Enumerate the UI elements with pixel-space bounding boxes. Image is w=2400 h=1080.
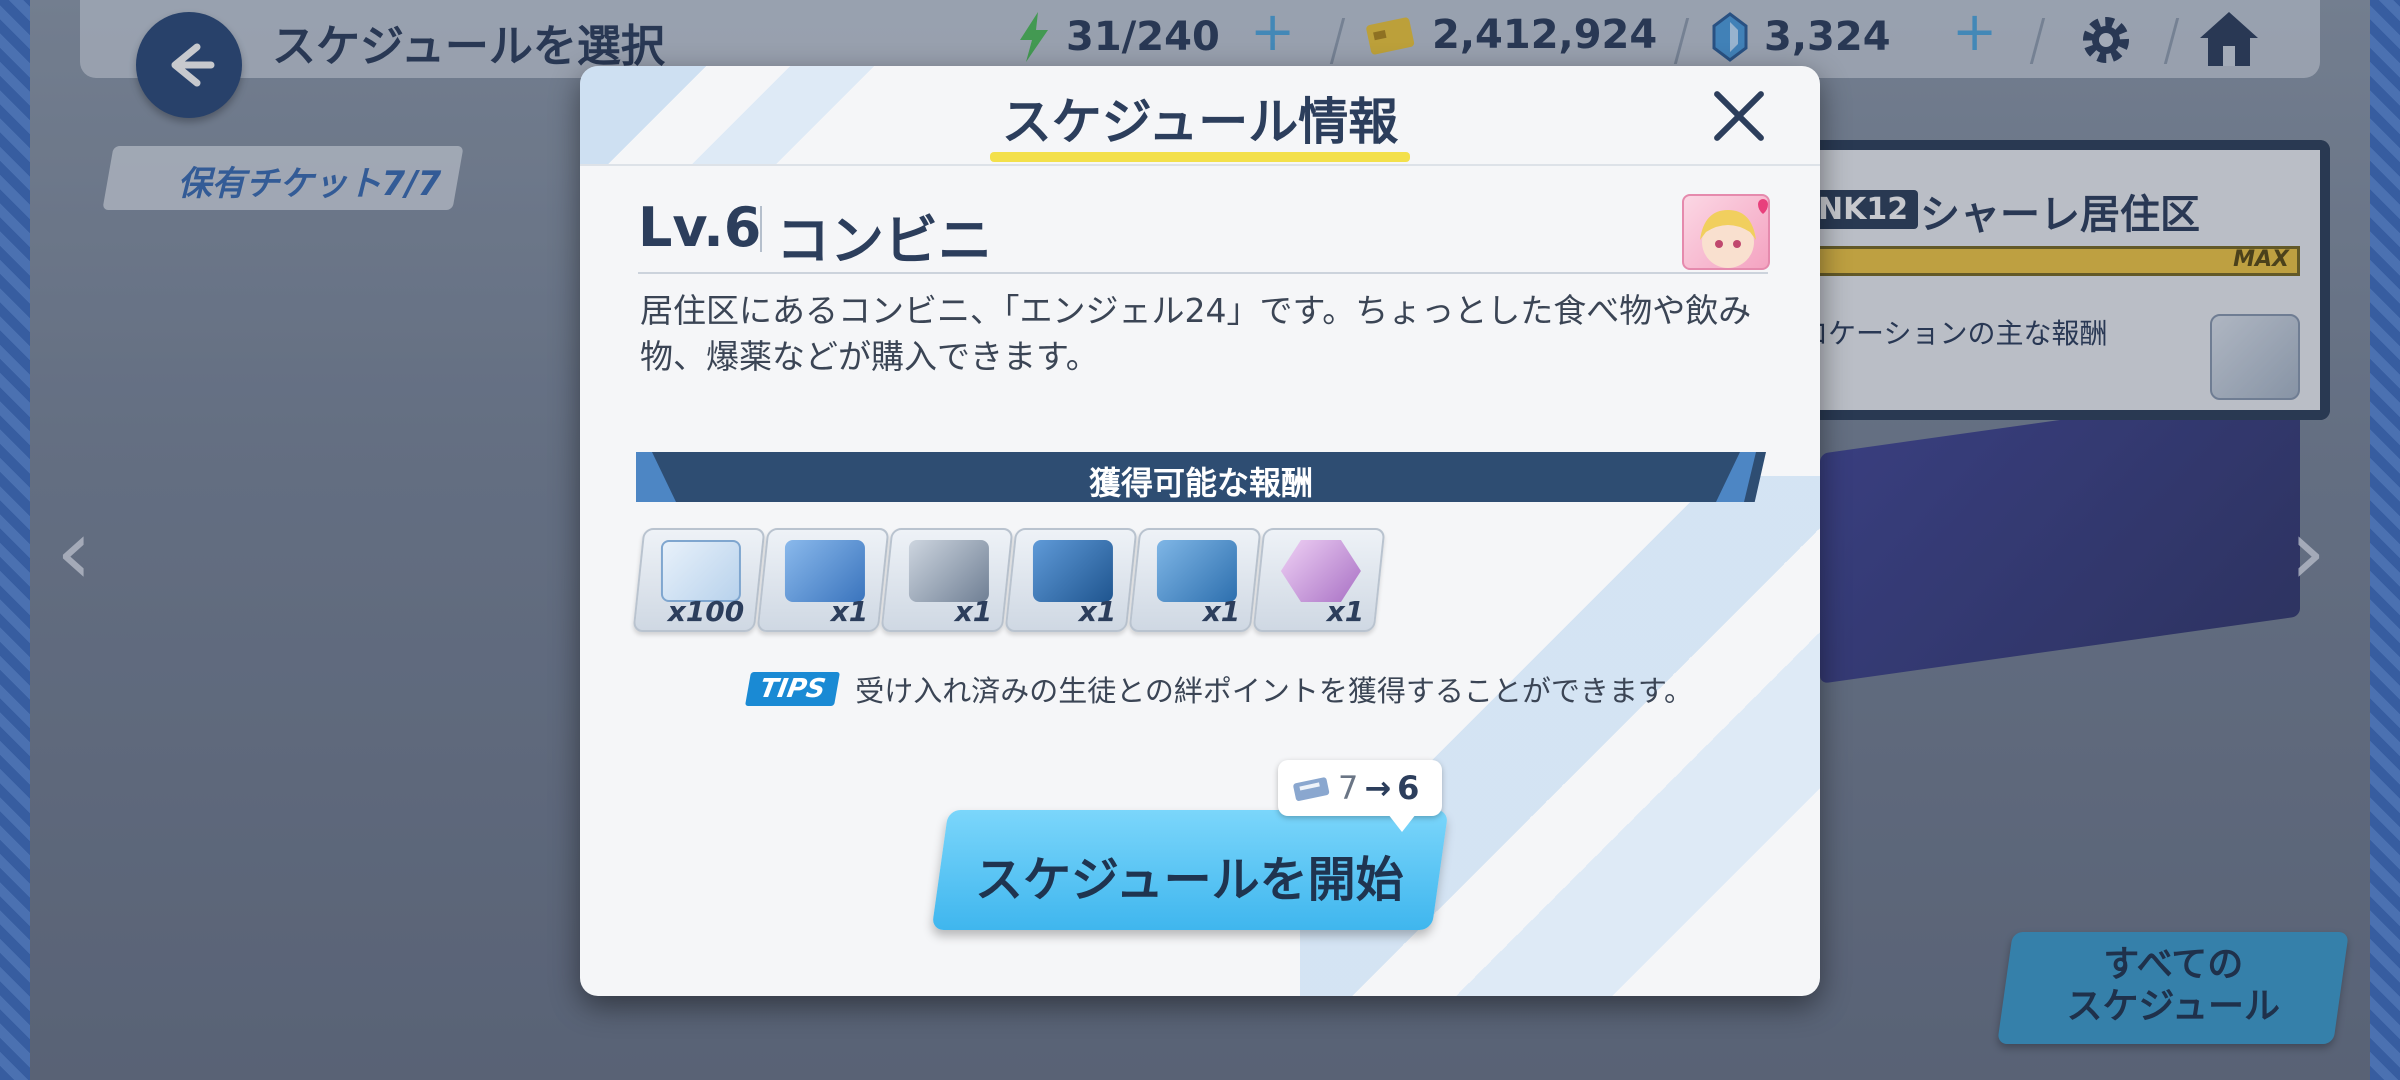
reward-item[interactable]: x1 [756,528,890,632]
tips-row: TIPS 受け入れ済みの生徒との絆ポイントを獲得することができます。 [745,668,1694,710]
ticket-icon [1293,777,1330,801]
start-schedule-button[interactable]: スケジュールを開始 [931,810,1449,930]
reward-count: x1 [1079,595,1117,628]
ticket-cost-bubble: 7 → 6 [1278,760,1442,832]
reward-count: x1 [1327,595,1365,628]
divider [638,272,1768,274]
rewards-header: 獲得可能な報酬 [636,452,1766,502]
divider [760,206,762,252]
character-portrait-icon [1682,194,1770,270]
tips-badge: TIPS [745,672,841,706]
close-button[interactable] [1710,86,1770,146]
student-portrait-icon [1281,540,1361,602]
reward-count: x100 [668,595,745,628]
start-schedule-label: スケジュールを開始 [974,852,1404,908]
reward-count: x1 [831,595,869,628]
rewards-header-label: 獲得可能な報酬 [1088,464,1313,502]
reward-item[interactable]: x1 [1252,528,1386,632]
ticket-cost-arrow: → [1364,769,1392,807]
ex-gift-box-icon [1032,540,1113,602]
reward-item[interactable]: x100 [632,528,766,632]
gift-box-stack-icon [1156,540,1237,602]
tips-text: 受け入れ済みの生徒との絆ポイントを獲得することができます。 [855,674,1694,708]
reward-count: x1 [955,595,993,628]
exp-report-icon [660,540,741,602]
location-name: コンビニ [776,209,992,272]
reward-item[interactable]: x1 [1004,528,1138,632]
title-underline [990,152,1410,162]
reward-count: x1 [1203,595,1241,628]
modal-header: スケジュール情報 [580,66,1820,166]
reward-item[interactable]: x1 [1128,528,1262,632]
location-description: 居住区にあるコンビニ、「エンジェル24」です。ちょっとした食べ物や飲み物、爆薬な… [640,291,1752,376]
ticket-cost-after: 6 [1397,769,1420,807]
reward-list: x100 x1 x1 x1 x1 x1 [632,528,1386,632]
reward-item[interactable]: x1 [880,528,1014,632]
schedule-info-modal: スケジュール情報 Lv.6 コンビニ 居住区にあるコンビニ、「エンジェル24」で… [580,66,1820,996]
ticket-cost-before: 7 [1338,769,1359,807]
location-level: Lv.6 [638,196,762,259]
mystery-gift-box-gray-icon [908,540,989,602]
modal-title: スケジュール情報 [1001,93,1399,151]
mystery-gift-box-icon [784,540,865,602]
